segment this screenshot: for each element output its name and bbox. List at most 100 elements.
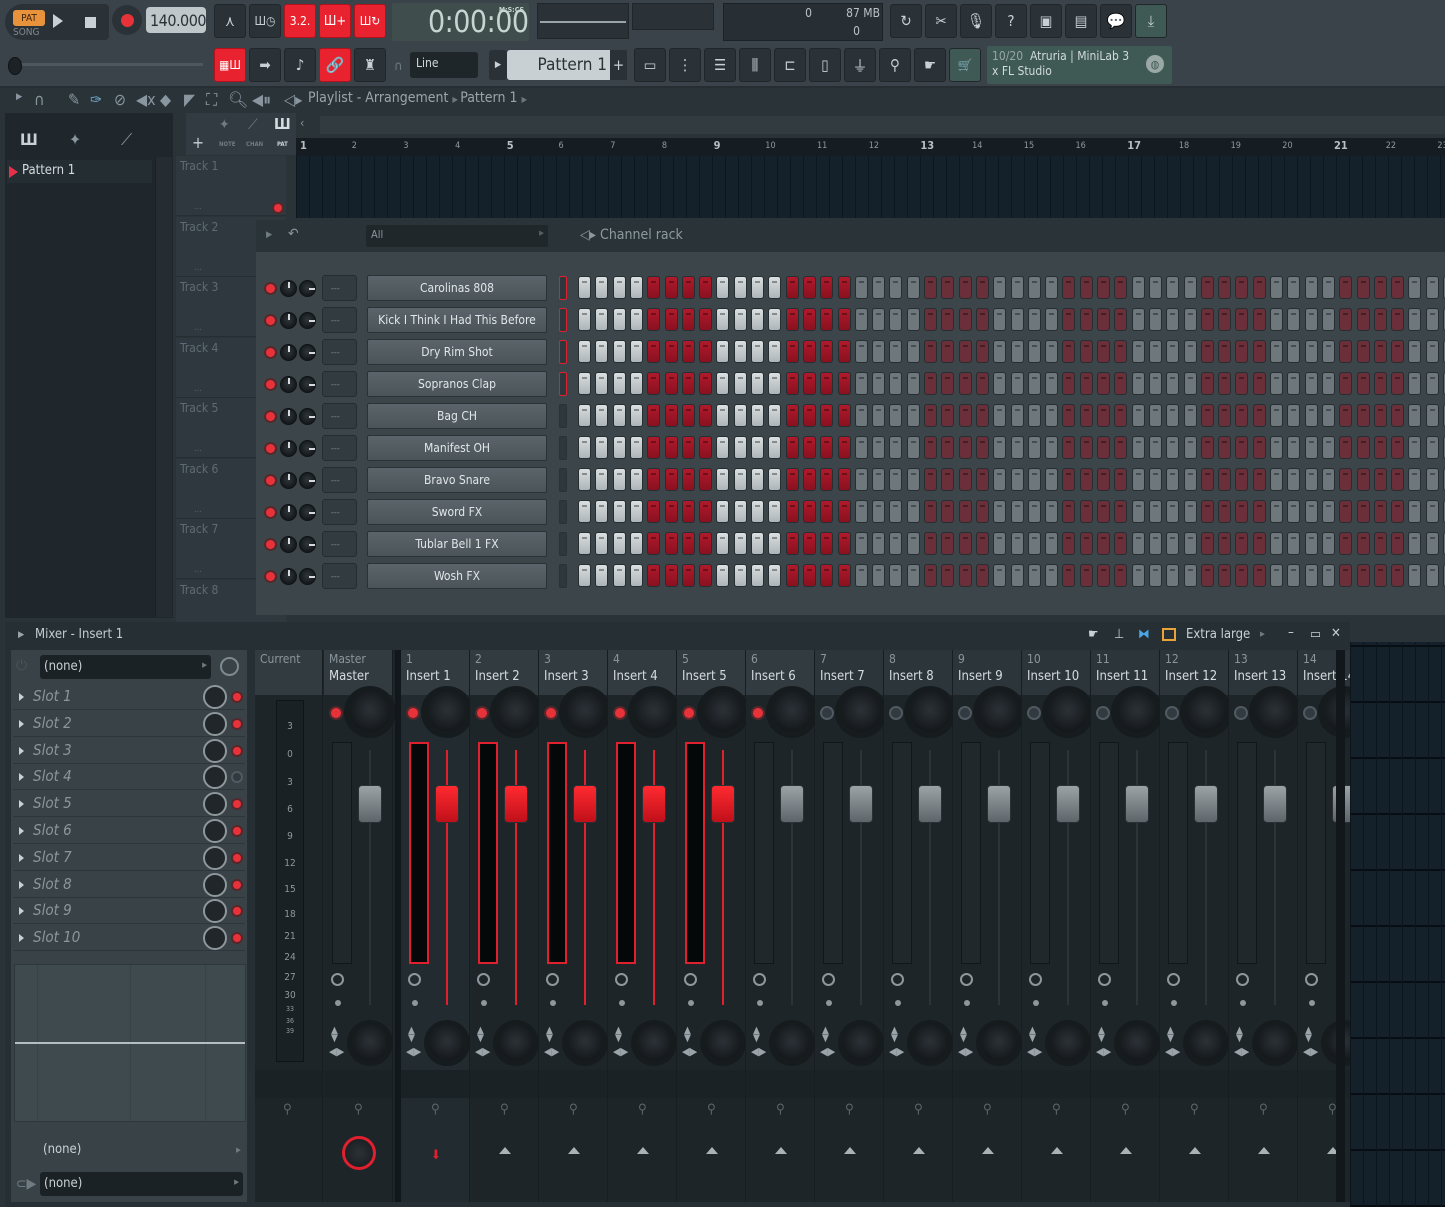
step-button[interactable] [889,404,903,427]
channel-name-button[interactable]: Sopranos Clap [367,371,547,397]
step-button[interactable] [1391,532,1405,555]
step-button[interactable] [629,276,643,299]
select-icon[interactable]: ⛶ [206,90,217,110]
route-arrow-icon[interactable] [637,1147,649,1154]
step-button[interactable] [837,468,851,491]
step-button[interactable] [906,532,920,555]
step-button[interactable] [924,564,937,587]
channel-mixer-track[interactable]: --- [322,339,357,365]
step-button[interactable] [889,468,903,491]
step-button[interactable] [1183,340,1197,363]
step-button[interactable] [941,308,955,331]
pattern-select[interactable]: Pattern 1 [507,50,627,80]
step-button[interactable] [872,500,886,523]
strip-enable-led[interactable] [960,708,970,718]
step-button[interactable] [629,372,643,395]
channel-select-indicator[interactable] [559,340,567,364]
step-button[interactable] [1183,500,1197,523]
channel-select-indicator[interactable] [559,564,567,588]
step-button[interactable] [872,564,886,587]
step-button[interactable] [1079,340,1093,363]
stereo-separation-icon[interactable]: ▲ ▼ [891,1026,898,1044]
step-button[interactable] [1321,500,1335,523]
strip-knob[interactable] [496,692,536,732]
stop-icon[interactable] [85,17,96,28]
paint-icon[interactable]: ✑ [90,90,102,109]
step-button[interactable] [1045,468,1059,491]
channel-mute-led[interactable] [266,284,275,293]
step-button[interactable] [1218,564,1232,587]
track-menu[interactable]: ... [194,323,202,333]
step-button[interactable] [716,276,730,299]
step-button[interactable] [1045,532,1059,555]
step-button[interactable] [975,404,989,427]
step-button[interactable] [1079,372,1093,395]
step-button[interactable] [1200,500,1214,523]
step-button[interactable] [958,532,972,555]
step-button[interactable] [941,372,955,395]
step-button[interactable] [785,532,799,555]
step-button[interactable] [820,372,834,395]
channel-pan-knob[interactable] [299,376,316,393]
clock-icon[interactable] [1236,973,1249,986]
channel-mixer-track[interactable]: --- [322,307,357,333]
channel-mixer-track[interactable]: --- [322,371,357,397]
step-button[interactable] [1062,500,1076,523]
step-button[interactable] [802,340,816,363]
step-button[interactable] [1045,276,1059,299]
step-button[interactable] [1356,532,1370,555]
strip-knob[interactable] [841,692,881,732]
microphone-icon[interactable]: ⚲ [1052,1102,1061,1117]
step-button[interactable] [578,276,591,299]
step-button[interactable] [820,276,834,299]
channel-select-indicator[interactable] [559,532,567,556]
step-button[interactable] [993,564,1007,587]
stereo-separation-icon[interactable]: ▲ ▼ [477,1026,484,1044]
step-button[interactable] [1373,468,1387,491]
step-button[interactable] [906,404,920,427]
step-button[interactable] [751,404,764,427]
step-button[interactable] [1079,468,1093,491]
record-button[interactable] [112,5,142,35]
slot-expand-icon[interactable] [19,773,24,782]
step-button[interactable] [1010,404,1024,427]
slot-expand-icon[interactable] [19,693,24,701]
step-button[interactable] [975,372,989,395]
step-button[interactable] [1166,372,1180,395]
stereo-separation-icon[interactable]: ▲ ▼ [753,1026,760,1044]
slot-enable-led[interactable] [233,853,241,862]
step-button[interactable] [1270,500,1283,523]
volume-fader[interactable] [1125,785,1149,823]
step-button[interactable] [1235,276,1249,299]
step-button[interactable] [1252,500,1266,523]
insert-strip[interactable]: 5 Insert 5 ▲ ▼ ◀▶ ⚲ [677,650,746,1202]
step-button[interactable] [1270,372,1283,395]
step-button[interactable] [1010,532,1024,555]
strip-name[interactable]: Master [329,669,369,684]
insert-strip[interactable]: 4 Insert 4 ▲ ▼ ◀▶ ⚲ [608,650,677,1202]
step-button[interactable] [751,436,764,459]
route-arrow-icon[interactable] [775,1147,787,1154]
step-button[interactable] [837,372,851,395]
insert-strip[interactable]: 7 Insert 7 ▲ ▼ ◀▶ ⚲ [815,650,884,1202]
step-button[interactable] [854,308,868,331]
step-button[interactable] [1304,404,1318,427]
channel-volume-knob[interactable] [280,472,297,489]
stereo-separation-icon[interactable]: ▲ ▼ [408,1026,415,1044]
microphone-icon[interactable]: ⚲ [431,1102,440,1117]
step-button[interactable] [1062,564,1076,587]
step-button[interactable] [1287,308,1301,331]
add-pattern-button[interactable]: + [610,50,627,80]
effect-slot[interactable]: Slot 5 [13,791,245,818]
snap-select[interactable]: Line [410,52,478,78]
step-button[interactable] [1148,308,1162,331]
stereo-separation-icon[interactable]: ▲ ▼ [822,1026,829,1044]
picker-pattern-item[interactable]: Pattern 1 [7,160,152,183]
step-button[interactable] [854,436,868,459]
step-button[interactable] [1114,468,1128,491]
channel-select-indicator[interactable] [559,276,567,300]
microphone-icon[interactable]: ⚲ [500,1102,509,1117]
step-button[interactable] [941,564,955,587]
channel-pan-knob[interactable] [299,504,316,521]
step-button[interactable] [647,564,661,587]
